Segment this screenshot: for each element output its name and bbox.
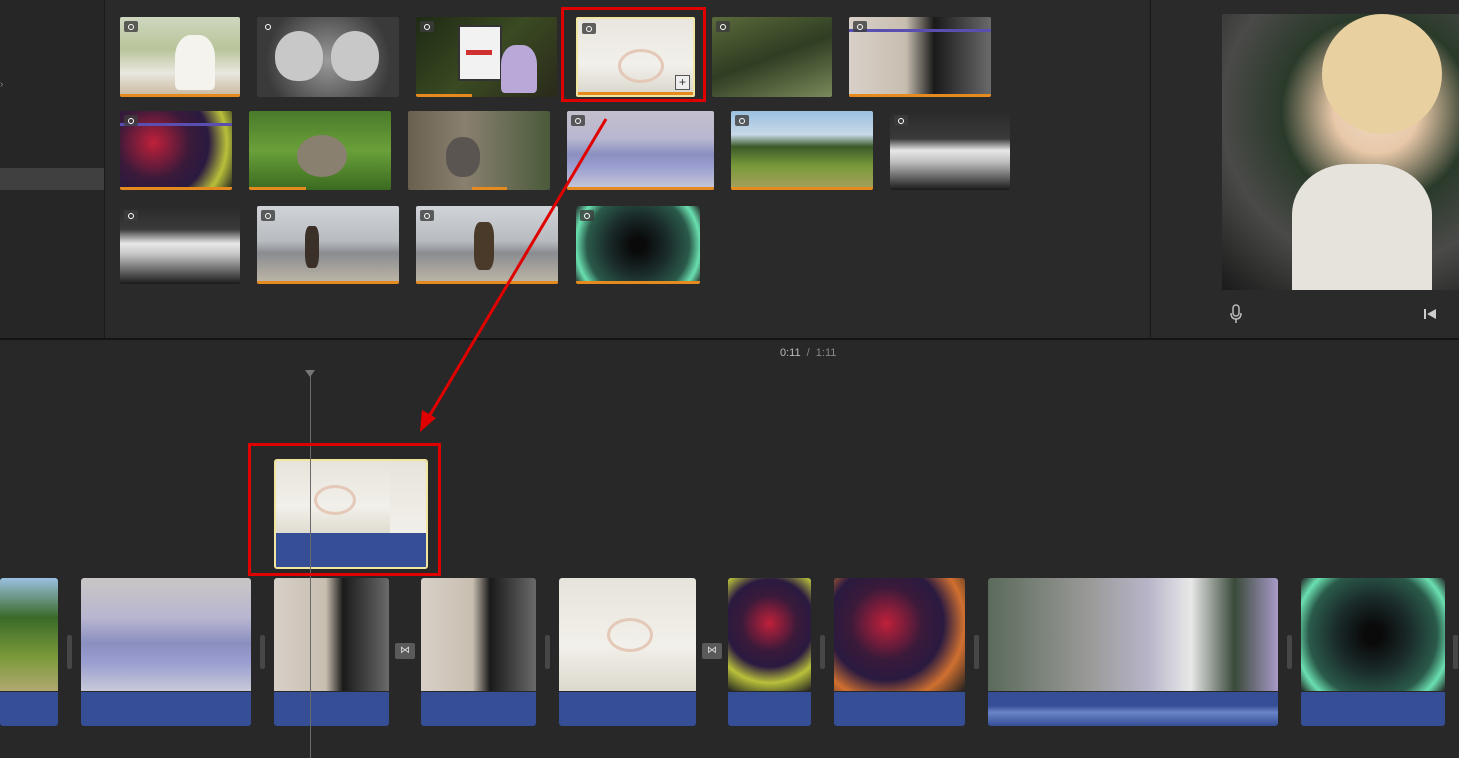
drag-arrow [420, 118, 608, 432]
